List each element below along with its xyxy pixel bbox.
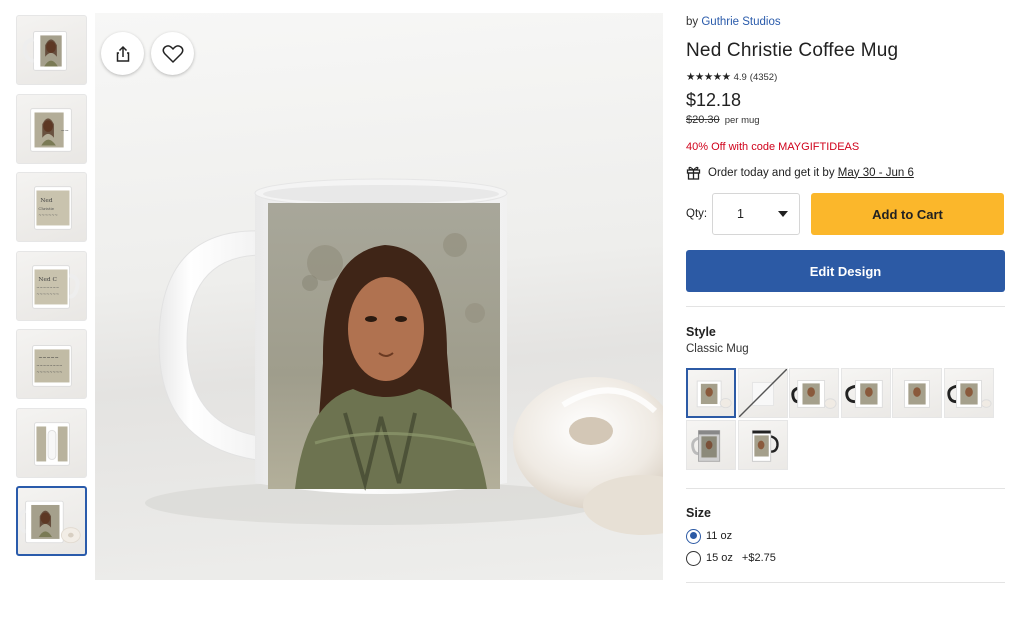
style-option-two-tone-alt[interactable] (943, 368, 994, 418)
mug-scene-image (145, 178, 663, 535)
thumbnail-1[interactable] (16, 15, 87, 85)
svg-text:~~~~~: ~~~~~ (38, 355, 58, 361)
share-button[interactable] (101, 32, 144, 75)
svg-text:~~~~~~~: ~~~~~~~ (36, 291, 59, 296)
svg-text:~~: ~~ (61, 127, 69, 133)
style-option-unavailable[interactable] (737, 368, 788, 418)
svg-text:~~~~~~: ~~~~~~ (38, 213, 57, 218)
style-option-two-tone-black-handle[interactable] (840, 368, 891, 418)
byline: by Guthrie Studios (686, 14, 1006, 30)
store-link[interactable]: Guthrie Studios (701, 16, 780, 28)
svg-text:~~~~~~~: ~~~~~~~ (36, 284, 59, 289)
product-title: Ned Christie Coffee Mug (686, 40, 899, 61)
style-label: Style (686, 325, 716, 339)
quantity-select[interactable]: 1 (712, 193, 800, 235)
thumbnail-6[interactable] (16, 407, 87, 478)
product-details-panel: by Guthrie Studios Ned Christie Coffee M… (686, 14, 1006, 583)
edit-design-button[interactable]: Edit Design (686, 250, 1005, 292)
delivery-estimate: Order today and get it by May 30 - Jun 6 (686, 165, 1006, 180)
divider (686, 582, 1005, 583)
size-option-15oz[interactable]: 15 oz +$2.75 (686, 549, 1006, 567)
style-options (686, 368, 1006, 470)
original-price: $20.30 (686, 114, 720, 126)
chevron-down-icon (778, 211, 788, 217)
quantity-value: 1 (737, 207, 744, 221)
add-to-cart-button[interactable]: Add to Cart (811, 193, 1004, 235)
svg-text:~~~~~~~~: ~~~~~~~~ (36, 370, 62, 375)
size-label: Size (686, 506, 712, 520)
delivery-prefix: Order today and get it by (708, 166, 835, 179)
size-option-label: 15 oz (706, 552, 733, 564)
size-radio-11oz[interactable] (686, 528, 701, 544)
svg-text:Ned C: Ned C (38, 277, 57, 283)
size-radio-15oz[interactable] (686, 550, 701, 566)
thumbnail-4[interactable]: Ned C ~~~~~~~ ~~~~~~~ (16, 250, 87, 321)
thumbnail-3[interactable]: Ned Christie ~~~~~~ (16, 172, 87, 242)
original-price-row: $20.30 per mug (686, 114, 1006, 126)
svg-text:Ned: Ned (40, 198, 53, 204)
rating-summary[interactable]: ★★★★★ 4.9 (4352) (686, 71, 1006, 83)
style-option-two-tone-black[interactable] (789, 368, 839, 418)
size-upcharge: +$2.75 (741, 552, 776, 564)
thumbnail-5[interactable]: ~~~~~ ~~~~~~~~ ~~~~~~~~ (16, 329, 87, 399)
divider (686, 488, 1005, 489)
size-option-11oz[interactable]: 11 oz (686, 527, 1006, 545)
byline-prefix: by (686, 16, 699, 28)
per-unit-label: per mug (724, 115, 760, 126)
style-selected-value: Classic Mug (686, 343, 749, 355)
style-section: Style Classic Mug (686, 325, 1006, 470)
rating-value: 4.9 (733, 71, 747, 83)
heart-icon (162, 44, 183, 63)
favorite-button[interactable] (151, 32, 194, 75)
thumbnail-7[interactable] (16, 486, 87, 556)
style-option-classic-mug-alt[interactable] (892, 368, 942, 418)
star-rating-icon: ★★★★★ (686, 71, 731, 83)
qty-label: Qty: (686, 208, 708, 220)
svg-text:Christie: Christie (38, 206, 54, 211)
style-option-travel-mug[interactable] (686, 420, 736, 470)
size-option-label: 11 oz (706, 530, 733, 542)
thumbnail-list: ~~ Ned Christie ~~~~~~ Ned C ~~~~~~~ ~~~~~~~… (16, 15, 88, 565)
delivery-dates-link[interactable]: May 30 - Jun 6 (838, 167, 914, 179)
thumbnail-2[interactable]: ~~ (16, 93, 87, 164)
gift-icon (686, 166, 701, 180)
quantity-row: Qty: 1 Add to Cart (686, 193, 1006, 235)
size-section: Size 11 oz 15 oz +$2.75 (686, 506, 1006, 567)
main-product-image (95, 13, 663, 580)
divider (686, 306, 1005, 307)
style-option-classic-mug[interactable] (686, 368, 736, 418)
review-count: (4352) (749, 71, 778, 83)
style-option-tumbler[interactable] (737, 420, 788, 470)
sale-price: $12.18 (686, 90, 742, 110)
share-icon (116, 45, 129, 62)
svg-text:~~~~~~~~: ~~~~~~~~ (36, 363, 62, 368)
promo-text: 40% Off with code MAYGIFTIDEAS (686, 141, 860, 153)
